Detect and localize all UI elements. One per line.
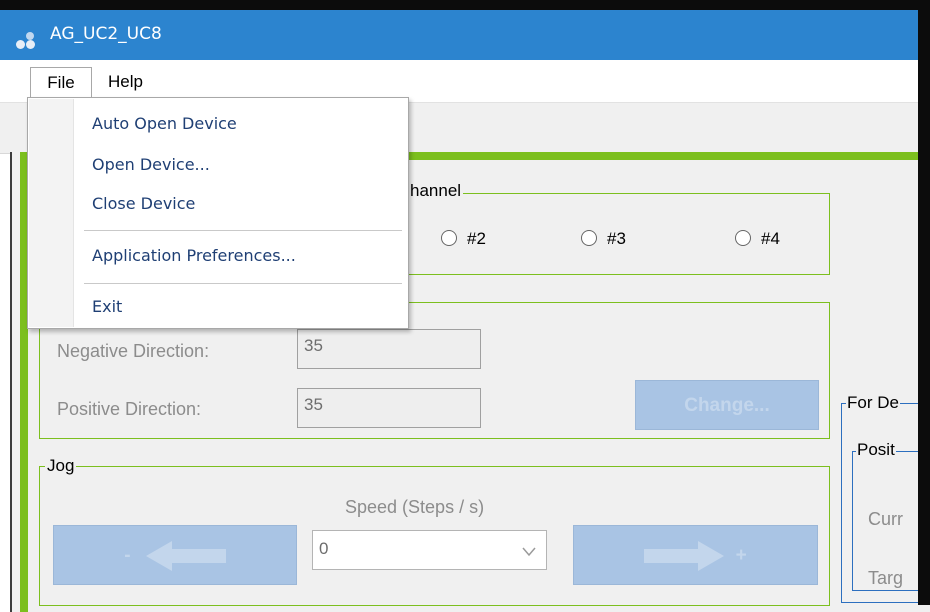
negative-direction-label: Negative Direction: <box>57 341 210 361</box>
channel-radio-3-label: #3 <box>607 229 626 248</box>
menu-file[interactable]: File <box>30 67 92 97</box>
window-title: AG_UC2_UC8 <box>50 24 162 44</box>
speed-label: Speed (Steps / s) <box>345 497 485 517</box>
current-position-label: Curr <box>868 509 903 529</box>
jog-negative-button[interactable]: - <box>53 525 297 585</box>
position-group-label: Posit <box>856 440 896 460</box>
top-bezel <box>0 0 930 10</box>
file-menu-popup: Auto Open Device Open Device... Close De… <box>27 97 409 329</box>
menu-icon-gutter <box>29 99 74 327</box>
channel-radio-4-label: #4 <box>761 229 780 248</box>
right-bezel <box>918 0 930 605</box>
speed-dropdown-value: 0 <box>319 539 329 558</box>
positive-direction-label: Positive Direction: <box>57 399 202 419</box>
change-button[interactable]: Change... <box>635 380 819 430</box>
radio-circle-icon <box>735 230 751 246</box>
menu-item-application-preferences[interactable]: Application Preferences... <box>92 246 296 265</box>
jog-positive-button[interactable]: + <box>573 525 818 585</box>
chevron-down-icon <box>522 547 536 557</box>
radio-circle-icon <box>581 230 597 246</box>
channel-group-label: hannel <box>408 181 464 201</box>
menu-item-auto-open-device[interactable]: Auto Open Device <box>92 114 237 133</box>
device-group-label: For De <box>846 393 900 413</box>
negative-direction-field[interactable]: 35 <box>297 329 481 369</box>
channel-radio-2[interactable]: #2 <box>441 229 486 249</box>
positive-direction-field[interactable]: 35 <box>297 388 481 428</box>
menu-separator <box>84 283 402 284</box>
menu-item-open-device[interactable]: Open Device... <box>92 155 210 174</box>
app-icon <box>16 32 42 50</box>
channel-radio-3[interactable]: #3 <box>581 229 626 249</box>
menu-separator <box>84 230 402 231</box>
menu-item-exit[interactable]: Exit <box>92 297 122 316</box>
arrow-right-icon <box>644 540 725 571</box>
window-titlebar[interactable]: AG_UC2_UC8 <box>0 10 918 60</box>
target-position-label: Targ <box>868 568 904 588</box>
arrow-left-icon <box>145 540 226 571</box>
jog-plus-label: + <box>735 545 747 566</box>
radio-circle-icon <box>441 230 457 246</box>
jog-group-label: Jog <box>45 456 77 476</box>
menu-help[interactable]: Help <box>108 67 143 97</box>
channel-radio-4[interactable]: #4 <box>735 229 780 249</box>
speed-dropdown[interactable]: 0 <box>312 530 547 570</box>
menu-item-close-device[interactable]: Close Device <box>92 194 195 213</box>
jog-minus-label: - <box>124 545 131 566</box>
channel-radio-2-label: #2 <box>467 229 486 248</box>
